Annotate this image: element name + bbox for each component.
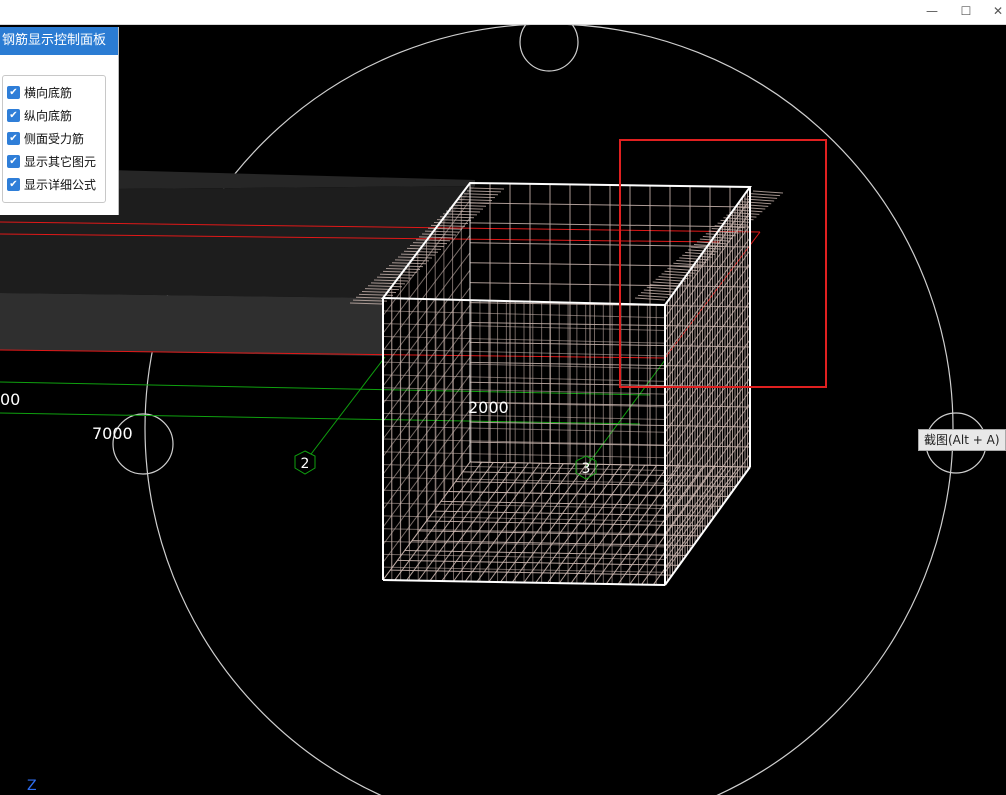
option-show-detailed-formula[interactable]: ✔ 显示详细公式 xyxy=(7,175,96,193)
rebar-protrusion-left xyxy=(466,190,502,193)
rebar-display-control-panel: 钢筋显示控制面板 ✔ 横向底筋 ✔ 纵向底筋 ✔ 侧面受力筋 ✔ 显示其它图元 … xyxy=(0,27,119,215)
orbit-handle-left[interactable] xyxy=(112,413,174,475)
rebar-protrusion-right xyxy=(752,190,784,194)
option-transverse-bottom-rebar[interactable]: ✔ 横向底筋 xyxy=(7,83,72,101)
minimize-button[interactable]: — xyxy=(914,0,950,24)
rebar-protrusion-right xyxy=(729,211,760,215)
title-bar: — ☐ ✕ xyxy=(0,0,1006,25)
rebar-protrusion-right xyxy=(637,294,668,298)
maximize-button[interactable]: ☐ xyxy=(948,0,984,24)
checkbox[interactable]: ✔ xyxy=(7,131,20,145)
rebar-bottom-face xyxy=(404,550,687,556)
option-label: 横向底筋 xyxy=(24,85,73,100)
option-label: 纵向底筋 xyxy=(24,108,73,123)
option-show-other-elements[interactable]: ✔ 显示其它图元 xyxy=(7,152,96,170)
checkbox[interactable]: ✔ xyxy=(7,85,20,99)
svg-text:3: 3 xyxy=(582,461,591,477)
close-button[interactable]: ✕ xyxy=(980,0,1006,24)
rebar-protrusion-right xyxy=(726,214,757,218)
z-axis-indicator: Z xyxy=(27,778,37,794)
rebar-protrusion-left xyxy=(469,187,505,190)
screenshot-tooltip: 截图(Alt + A) xyxy=(918,429,1006,451)
option-side-stress-rebar[interactable]: ✔ 侧面受力筋 xyxy=(7,129,84,147)
rebar-protrusion-right xyxy=(676,260,707,264)
axis-marker-2[interactable]: 2 xyxy=(294,450,316,475)
orbit-handle-top[interactable] xyxy=(519,25,579,72)
rebar-protrusion-right xyxy=(741,201,772,205)
rebar-protrusion-right xyxy=(750,193,781,197)
dimension-label-7000: 7000 xyxy=(92,424,133,443)
green-axis-lines xyxy=(0,356,666,468)
option-label: 侧面受力筋 xyxy=(24,131,85,146)
checkbox[interactable]: ✔ xyxy=(7,154,20,168)
beam-lower-face xyxy=(0,293,383,356)
orbit-ring[interactable] xyxy=(144,25,954,795)
option-longitudinal-bottom-rebar[interactable]: ✔ 纵向底筋 xyxy=(7,106,72,124)
rebar-protrusion-right xyxy=(673,262,704,266)
checkbox[interactable]: ✔ xyxy=(7,177,20,191)
dimension-label-00: 00 xyxy=(0,390,21,409)
rebar-protrusion-right xyxy=(744,198,775,202)
rebar-bottom-face xyxy=(397,559,680,566)
checkbox[interactable]: ✔ xyxy=(7,108,20,122)
rebar-protrusion-right xyxy=(646,286,677,290)
dimension-label-2000: 2000 xyxy=(468,398,509,417)
option-label: 显示详细公式 xyxy=(24,177,97,192)
rebar-protrusion-right xyxy=(640,292,671,296)
panel-title[interactable]: 钢筋显示控制面板 xyxy=(0,27,118,55)
rebar-protrusion-right xyxy=(652,281,683,285)
rebar-bottom-face xyxy=(419,530,701,537)
option-label: 显示其它图元 xyxy=(24,154,97,169)
svg-text:2: 2 xyxy=(301,456,310,472)
panel-options-group: ✔ 横向底筋 ✔ 纵向底筋 ✔ 侧面受力筋 ✔ 显示其它图元 ✔ 显示详细公式 xyxy=(2,75,106,203)
rebar-protrusion-right xyxy=(747,195,778,199)
rebar-protrusion-right xyxy=(643,289,674,293)
rebar-protrusion-left xyxy=(463,193,499,196)
